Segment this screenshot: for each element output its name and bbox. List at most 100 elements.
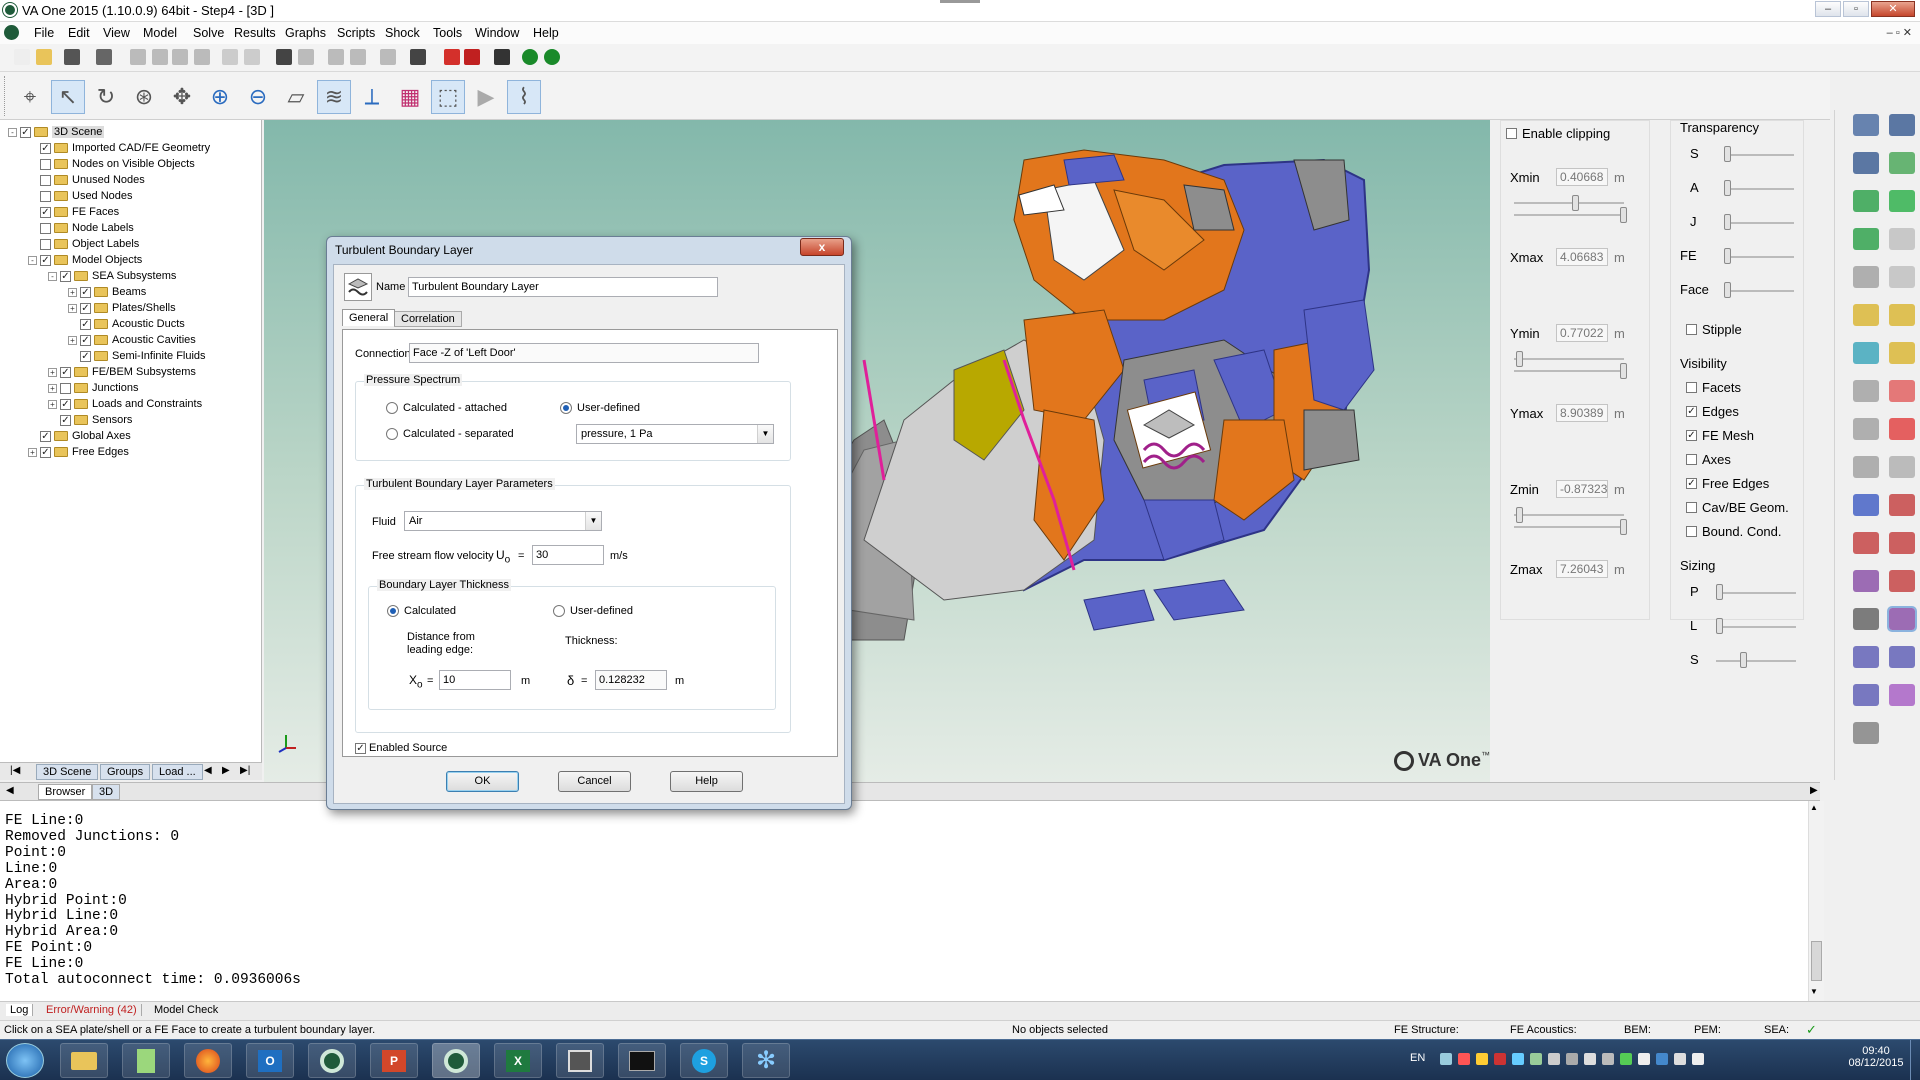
tree-checkbox[interactable] [40,158,51,170]
tree-item[interactable]: ✓ Acoustic Ducts [68,316,185,332]
menu-file[interactable]: File [34,26,54,40]
axis-icon[interactable]: ⟂ [355,80,389,114]
close-button[interactable]: ✕ [1871,1,1915,17]
palette-tool-icon[interactable] [1853,494,1879,516]
tree-item[interactable]: - ✓ SEA Subsystems [48,268,176,284]
crosshair-icon[interactable]: ⌖ [13,80,47,114]
collapse-icon[interactable]: - [48,271,57,281]
sizing-slider[interactable] [1716,626,1796,628]
tree-checkbox[interactable] [40,190,51,202]
visibility-checkbox[interactable]: Bound. Cond. [1686,524,1782,539]
enabled-source-checkbox[interactable]: ✓ Enabled Source [355,742,447,754]
orbit-icon[interactable]: ⊛ [127,80,161,114]
collapse-icon[interactable]: - [8,127,17,137]
clip-slider-track[interactable] [1514,526,1624,528]
x0-input[interactable] [439,670,511,690]
tab-model-check[interactable]: Model Check [150,1004,222,1016]
color-map-icon[interactable]: ▦ [393,80,427,114]
delete-node-icon[interactable] [350,49,366,65]
save-icon[interactable] [64,49,80,65]
clip-slider-thumb[interactable] [1572,195,1579,211]
app-window-icon[interactable] [556,1043,604,1078]
outlook-icon[interactable]: O [246,1043,294,1078]
app-menu-icon[interactable] [4,25,19,40]
tree-checkbox[interactable] [60,382,71,394]
transparency-slider-thumb[interactable] [1724,282,1731,298]
explorer-icon[interactable] [60,1043,108,1078]
menu-view[interactable]: View [103,26,130,40]
tray-icon[interactable] [1476,1053,1488,1065]
tree-checkbox[interactable]: ✓ [80,302,91,314]
palette-tool-icon[interactable] [1853,380,1879,402]
visibility-checkbox[interactable]: ✓ FE Mesh [1686,428,1754,443]
clip-value-field[interactable]: 4.06683 [1556,248,1608,266]
clip-slider-track[interactable] [1514,358,1624,360]
transparency-slider-thumb[interactable] [1724,180,1731,196]
tab-error-warning[interactable]: Error/Warning (42) [42,1004,142,1016]
va-one-taskbar-icon[interactable] [308,1043,356,1078]
sizing-slider-thumb[interactable] [1716,618,1723,634]
tab-browser[interactable]: Browser [38,784,93,800]
transparency-slider-thumb[interactable] [1724,248,1731,264]
expand-icon[interactable]: + [48,383,57,393]
expand-icon[interactable]: + [68,335,77,345]
tab-next-icon[interactable]: ▶ [222,765,230,776]
load-icon[interactable] [444,49,460,65]
menu-graphs[interactable]: Graphs [285,26,326,40]
tree-item[interactable]: + ✓ FE/BEM Subsystems [48,364,196,380]
tray-icon[interactable] [1548,1053,1560,1065]
expand-icon[interactable]: + [68,303,77,313]
transparency-slider[interactable] [1724,290,1794,292]
menu-scripts[interactable]: Scripts [337,26,375,40]
tree-checkbox[interactable] [40,174,51,186]
pan-icon[interactable]: ✥ [165,80,199,114]
align-2-icon[interactable] [244,49,260,65]
mdi-controls[interactable]: – ▫ ✕ [1887,26,1912,39]
minimize-button[interactable]: – [1815,1,1841,17]
scroll-left-icon[interactable]: ◀ [6,785,14,796]
tree-item[interactable]: ✓ Imported CAD/FE Geometry [28,140,210,156]
tree-item[interactable]: Unused Nodes [28,172,145,188]
tray-icon[interactable] [1566,1053,1578,1065]
fluid-select[interactable]: Air ▼ [404,511,602,531]
expand-icon[interactable]: + [48,399,57,409]
help-icon[interactable] [494,49,510,65]
clip-value-field[interactable]: 0.77022 [1556,324,1608,342]
tab-log[interactable]: Log [6,1004,34,1016]
palette-tool-icon[interactable] [1889,418,1915,440]
tray-icon[interactable] [1440,1053,1452,1065]
expand-icon[interactable]: + [28,447,37,457]
paste-icon[interactable] [172,49,188,65]
tree-checkbox[interactable]: ✓ [40,254,51,266]
menu-shock[interactable]: Shock [385,26,420,40]
tray-icon[interactable] [1458,1053,1470,1065]
transparency-slider[interactable] [1724,188,1794,190]
palette-tool-icon[interactable] [1853,532,1879,554]
clip-slider-thumb[interactable] [1516,507,1523,523]
palette-tool-icon[interactable] [1853,456,1879,478]
velocity-input[interactable] [532,545,604,565]
tab-general[interactable]: General [342,309,396,326]
thickness-user-defined-radio[interactable]: User-defined [553,605,633,617]
tree-tab-groups[interactable]: Groups [100,764,151,780]
palette-tool-icon[interactable] [1853,608,1879,630]
clip-slider-track[interactable] [1514,214,1624,216]
palette-tool-icon[interactable] [1853,684,1879,706]
palette-tool-icon[interactable] [1887,606,1917,632]
visibility-checkbox[interactable]: Axes [1686,452,1731,467]
tree-checkbox[interactable]: ✓ [60,366,71,378]
palette-tool-icon[interactable] [1889,190,1915,212]
language-indicator[interactable]: EN [1410,1052,1425,1064]
clip-slider-thumb[interactable] [1620,519,1627,535]
tree-item[interactable]: + ✓ Acoustic Cavities [68,332,196,348]
palette-tool-icon[interactable] [1853,152,1879,174]
palette-tool-icon[interactable] [1889,494,1915,516]
tray-icon[interactable] [1620,1053,1632,1065]
tree-item[interactable]: Used Nodes [28,188,133,204]
thickness-calculated-radio[interactable]: Calculated [387,605,456,617]
tree-item[interactable]: ✓ Global Axes [28,428,131,444]
tray-icon[interactable] [1494,1053,1506,1065]
menu-window[interactable]: Window [475,26,519,40]
stipple-checkbox[interactable]: Stipple [1686,322,1742,337]
transparency-slider-thumb[interactable] [1724,214,1731,230]
